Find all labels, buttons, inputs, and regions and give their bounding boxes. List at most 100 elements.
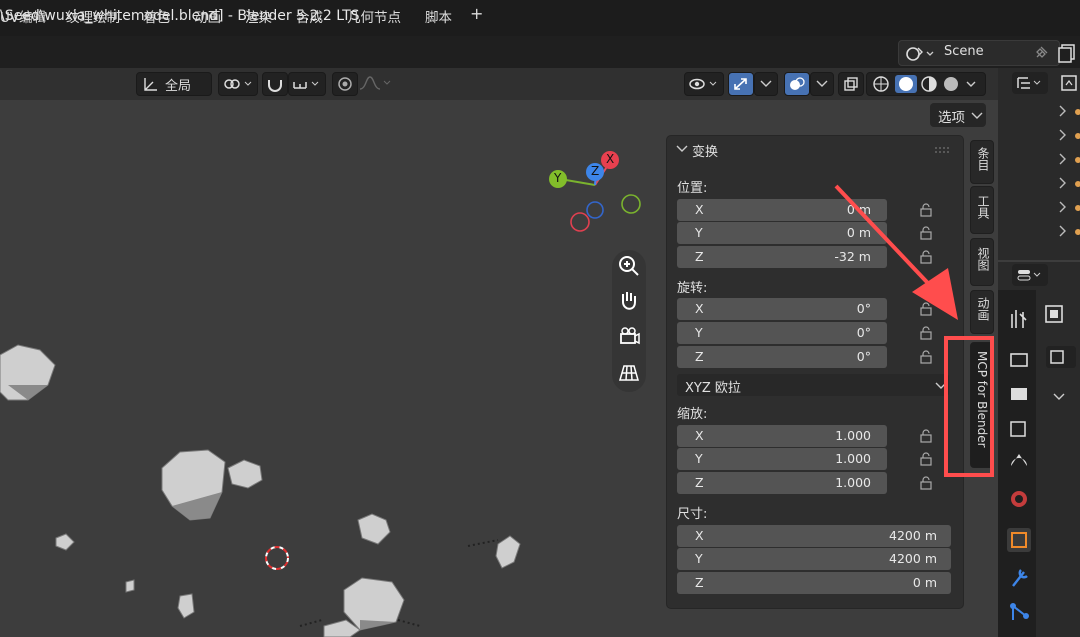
options-dropdown[interactable]: 选项 [930, 103, 986, 127]
field-value: 1.000 [835, 428, 871, 443]
hand-pan-icon[interactable] [614, 286, 644, 316]
proportional-edit-toggle[interactable] [332, 72, 358, 96]
dimensions-y-field[interactable]: Y 4200 m [677, 548, 951, 570]
options-label: 选项 [938, 110, 965, 126]
rotation-label: 旋转: [677, 281, 708, 296]
gizmo-z-axis[interactable]: Z [586, 163, 604, 181]
tab-scripting[interactable]: 脚本 [425, 6, 452, 26]
axis-label: Z [695, 475, 704, 490]
lock-icon[interactable] [920, 350, 932, 364]
camera-icon[interactable] [614, 322, 644, 352]
chevron-down-icon [760, 80, 772, 87]
chevron-down-icon [816, 80, 828, 87]
tab-label: 视图 [976, 247, 990, 271]
pin-icon[interactable] [1032, 44, 1050, 62]
axis-label: X [695, 528, 704, 543]
gizmo-z-label: Z [591, 164, 600, 178]
overlays-toggle[interactable] [784, 72, 810, 96]
tab-uv-editing[interactable]: UV编辑 [0, 6, 46, 26]
axis-label: X [695, 301, 704, 316]
axis-label: Y [695, 551, 703, 566]
pivot-dropdown[interactable] [218, 72, 258, 96]
shading-modes-icon [873, 75, 976, 93]
axis-label: Z [695, 249, 704, 264]
xray-icon [844, 77, 858, 91]
rotation-mode-dropdown[interactable]: XYZ 欧拉 [677, 374, 949, 396]
tab-geometry-nodes[interactable]: 几何节点 [347, 6, 401, 26]
field-value: 4200 m [889, 528, 937, 543]
gizmo-x-axis[interactable]: X [601, 151, 619, 169]
dimensions-x-field[interactable]: X 4200 m [677, 525, 951, 547]
chevron-down-icon [971, 112, 983, 119]
dimensions-label: 尺寸: [677, 507, 708, 522]
scale-z-field[interactable]: Z 1.000 [677, 472, 887, 494]
dimensions-z-field[interactable]: Z 0 m [677, 572, 951, 594]
outliner-display-mode[interactable] [1012, 72, 1048, 94]
overlays-dropdown[interactable] [810, 72, 834, 96]
sidebar-tab-animation[interactable]: 动画 [970, 290, 994, 334]
gizmo-y-label: Y [554, 171, 562, 185]
panel-title[interactable]: 变换 [692, 141, 718, 160]
visibility-dropdown[interactable] [684, 72, 724, 96]
sidebar-tab-tool[interactable]: 工具 [970, 186, 994, 234]
lock-icon[interactable] [920, 429, 932, 443]
sidebar-tab-view[interactable]: 视图 [970, 238, 994, 286]
field-value: 0° [856, 349, 871, 364]
annotation-highlight-box [944, 336, 994, 477]
orientation-label: 全局 [165, 79, 192, 94]
chevron-down-icon[interactable] [676, 143, 688, 155]
transform-orientation-dropdown[interactable]: 全局 [136, 72, 212, 96]
xray-toggle[interactable] [838, 72, 864, 96]
tab-label: 工具 [976, 195, 990, 219]
tab-texture-paint[interactable]: 纹理绘制 [66, 6, 120, 26]
properties-toggle-icon [1017, 270, 1041, 281]
snap-target-dropdown[interactable] [288, 72, 326, 96]
tab-label: 条目 [976, 147, 990, 171]
outliner-tree-expanders[interactable] [1054, 100, 1080, 250]
tab-rendering[interactable]: 渲染 [245, 6, 272, 26]
tab-compositing[interactable]: 合成 [296, 6, 323, 26]
falloff-icon[interactable] [358, 74, 394, 92]
location-label: 位置: [677, 181, 708, 196]
new-scene-icon[interactable] [1058, 42, 1080, 64]
grid-view-icon[interactable] [614, 358, 644, 388]
proportional-icon [338, 77, 352, 91]
scene-icon [906, 47, 934, 61]
lock-icon[interactable] [920, 452, 932, 466]
field-value: 4200 m [889, 551, 937, 566]
lock-icon[interactable] [920, 476, 932, 490]
scale-x-field[interactable]: X 1.000 [677, 425, 887, 447]
properties-editor-type[interactable] [1012, 264, 1048, 286]
scale-y-field[interactable]: Y 1.000 [677, 448, 887, 470]
properties-tabs-icons[interactable] [1006, 306, 1032, 626]
filter-icon[interactable] [1058, 72, 1080, 94]
rotation-mode-value: XYZ 欧拉 [685, 381, 741, 396]
axis-label: X [695, 428, 704, 443]
gizmo-x-label: X [606, 152, 615, 166]
tab-shading[interactable]: 着色 [143, 6, 170, 26]
add-workspace-button[interactable]: + [470, 4, 483, 23]
axis-label: Y [695, 325, 703, 340]
drag-handle-icon[interactable] [934, 146, 950, 154]
gizmo-dropdown[interactable] [754, 72, 778, 96]
tab-label: 动画 [976, 297, 990, 321]
axis-label: Y [695, 225, 703, 240]
zoom-icon[interactable] [614, 251, 644, 281]
properties-object-header[interactable] [1044, 300, 1080, 410]
snap-increment-icon [293, 81, 319, 89]
tab-animation[interactable]: 动画 [194, 6, 221, 26]
gizmo-y-axis[interactable]: Y [549, 170, 567, 188]
field-value: 0 m [912, 575, 937, 590]
shading-mode-group[interactable] [866, 72, 986, 96]
axis-label: X [695, 202, 704, 217]
axis-label: Z [695, 349, 704, 364]
field-value: 1.000 [835, 451, 871, 466]
sidebar-tab-item[interactable]: 条目 [970, 140, 994, 184]
rotation-z-field[interactable]: Z 0° [677, 346, 887, 368]
gizmo-toggle[interactable] [728, 72, 754, 96]
navigation-gizmo[interactable] [540, 145, 650, 240]
axis-label: Z [695, 575, 704, 590]
gizmo-arrows-icon [734, 78, 747, 90]
snap-toggle[interactable] [262, 72, 288, 96]
axis-label: Y [695, 451, 703, 466]
